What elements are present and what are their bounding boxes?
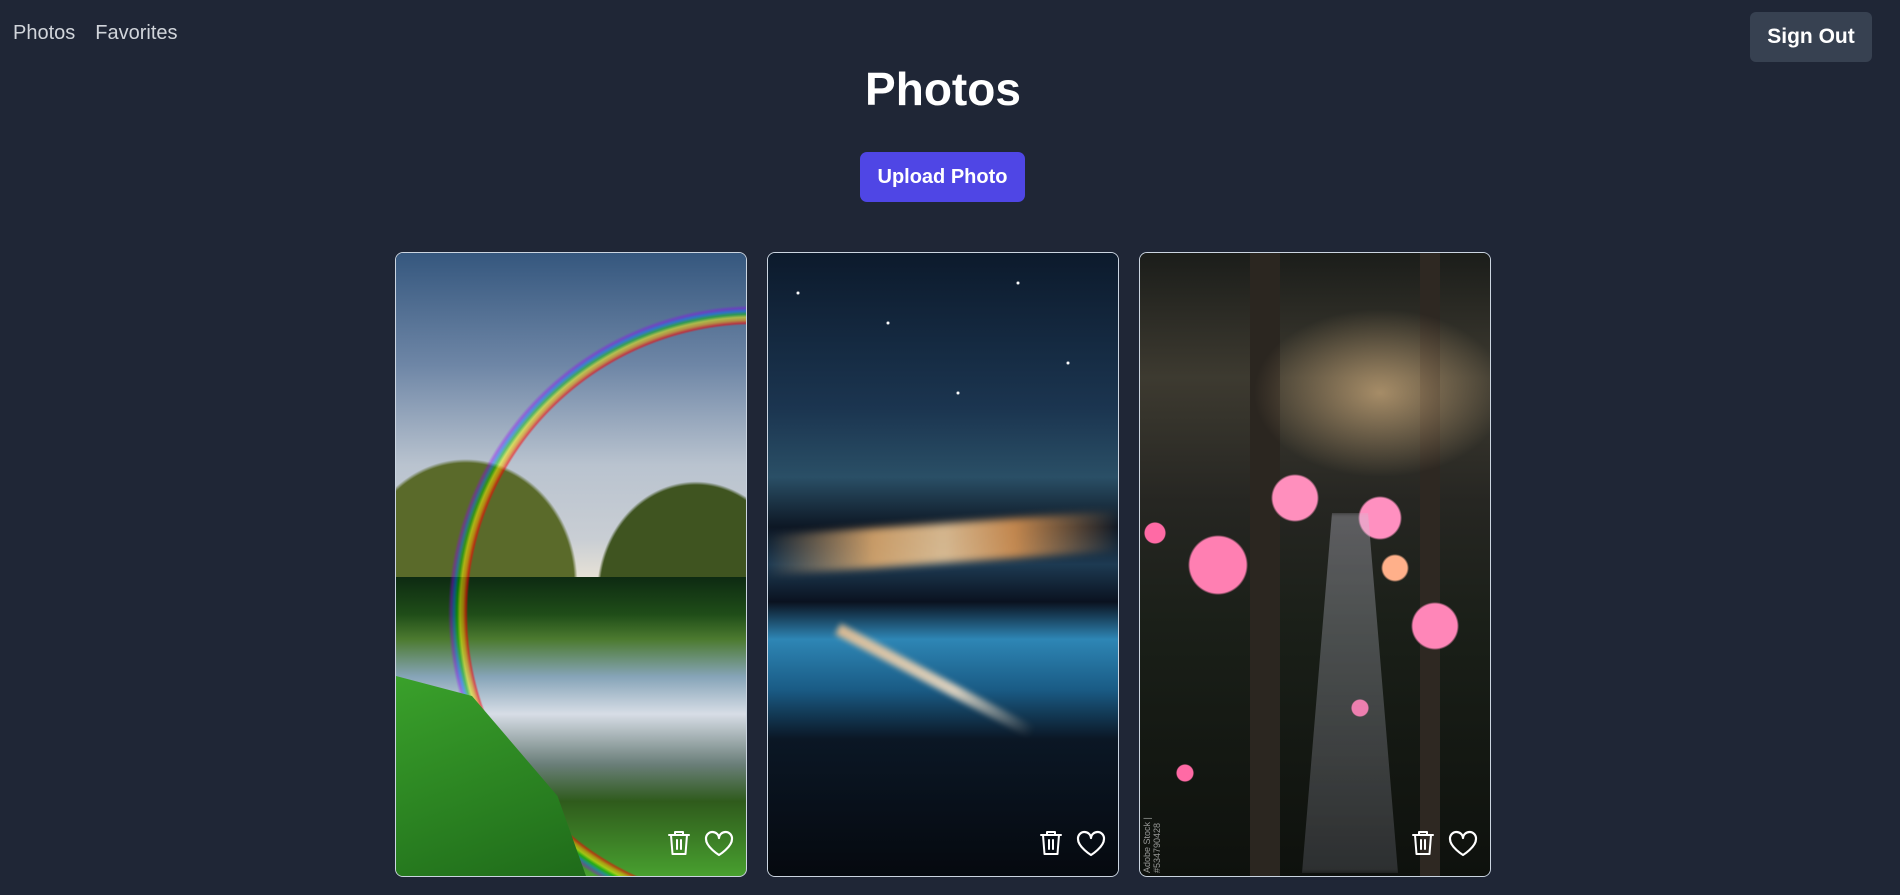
upload-photo-button[interactable]: Upload Photo <box>860 152 1025 202</box>
sign-out-button[interactable]: Sign Out <box>1750 12 1872 62</box>
trash-icon[interactable] <box>1036 828 1066 858</box>
photo-actions <box>664 828 734 858</box>
photo-actions <box>1408 828 1478 858</box>
photos-app: Photos Favorites Sign Out Photos Upload … <box>0 0 1900 895</box>
photo-card[interactable] <box>767 252 1119 877</box>
photo-image <box>396 253 746 876</box>
photo-card[interactable] <box>395 252 747 877</box>
nav-link-favorites[interactable]: Favorites <box>95 22 177 45</box>
stock-watermark: Adobe Stock | #534790428 <box>1142 817 1162 873</box>
photo-image <box>1140 253 1490 876</box>
nav-link-photos[interactable]: Photos <box>13 22 75 45</box>
heart-icon[interactable] <box>1076 828 1106 858</box>
photo-grid: Adobe Stock | #534790428 <box>395 252 1491 877</box>
trash-icon[interactable] <box>1408 828 1438 858</box>
photo-image <box>768 253 1118 876</box>
trash-icon[interactable] <box>664 828 694 858</box>
heart-icon[interactable] <box>1448 828 1478 858</box>
page-title: Photos <box>865 63 1021 115</box>
photo-card[interactable]: Adobe Stock | #534790428 <box>1139 252 1491 877</box>
photo-actions <box>1036 828 1106 858</box>
top-nav: Photos Favorites <box>13 22 178 45</box>
heart-icon[interactable] <box>704 828 734 858</box>
